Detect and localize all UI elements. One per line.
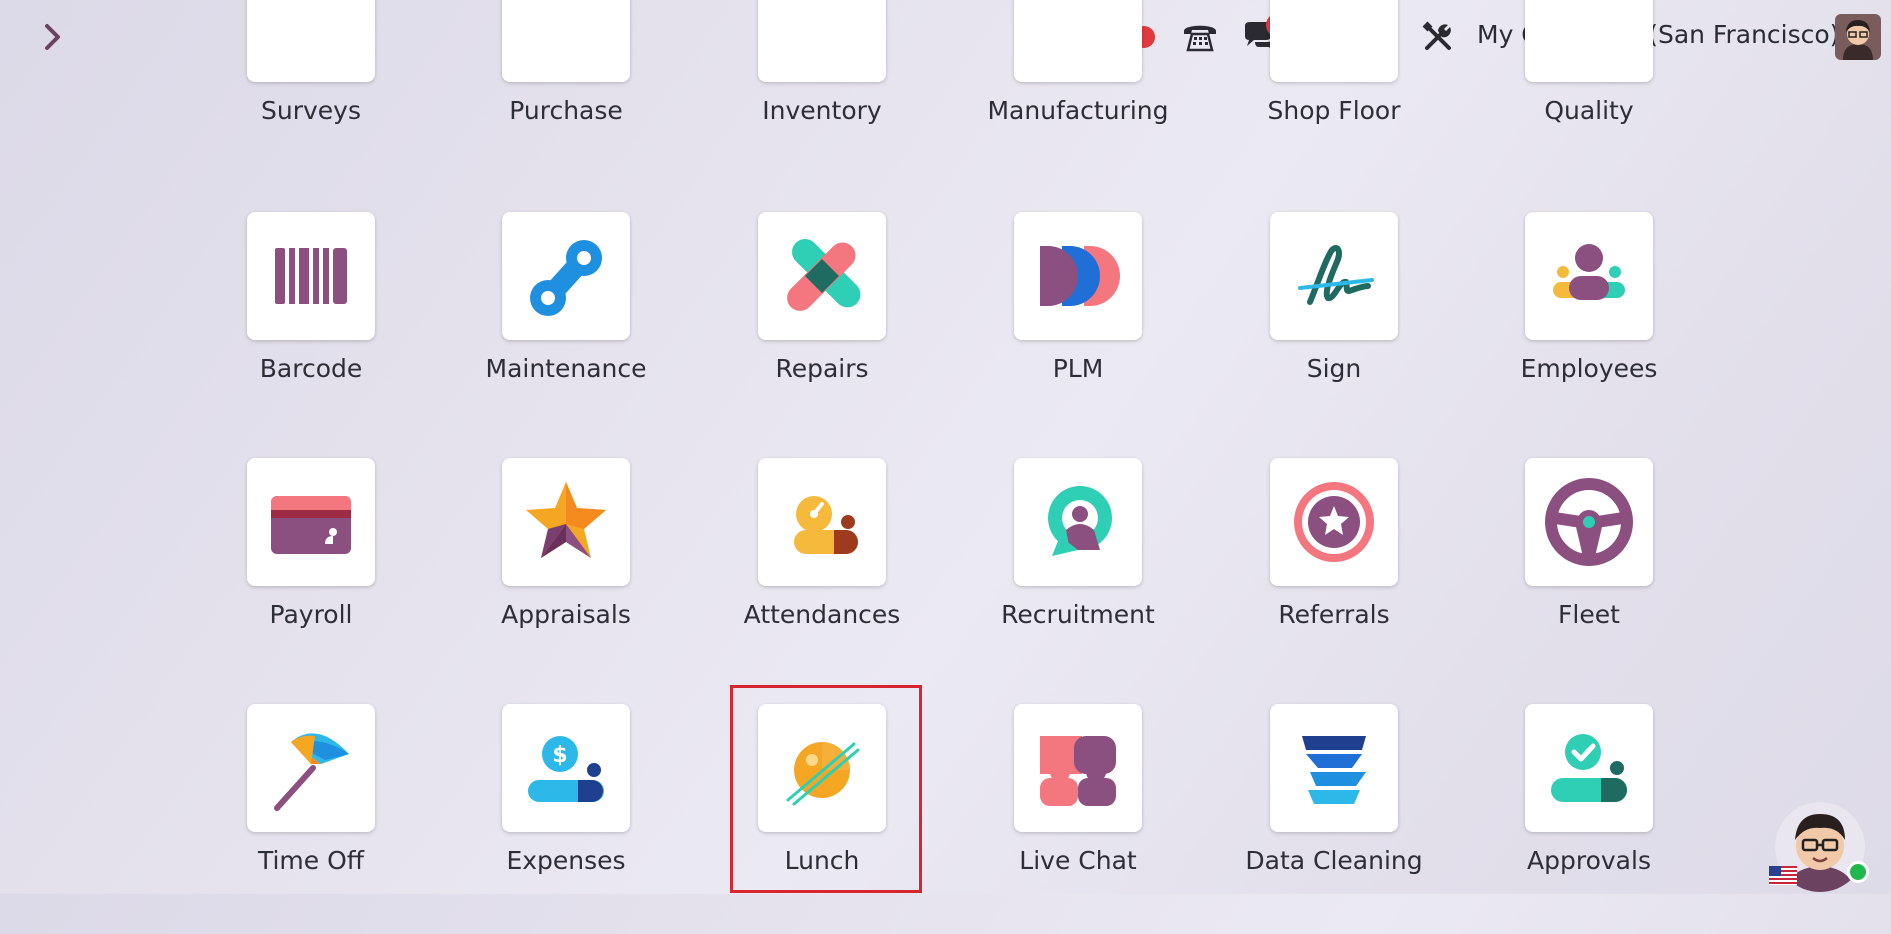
shop-floor-icon — [1270, 0, 1398, 82]
app-label: Lunch — [784, 846, 860, 875]
app-label: Sign — [1306, 354, 1362, 383]
app-repairs[interactable]: Repairs — [697, 212, 947, 442]
expenses-icon: $ — [502, 704, 630, 832]
app-time-off[interactable]: Time Off — [186, 704, 436, 934]
app-label: Data Cleaning — [1245, 846, 1423, 875]
app-label: Repairs — [775, 354, 869, 383]
app-label: Inventory — [762, 96, 882, 125]
app-label: Quality — [1544, 96, 1634, 125]
app-label: Recruitment — [1001, 600, 1155, 629]
app-approvals[interactable]: Approvals — [1464, 704, 1714, 934]
app-lunch[interactable]: Lunch — [697, 704, 947, 934]
svg-text:$: $ — [552, 743, 567, 768]
manufacturing-icon — [1014, 0, 1142, 82]
repairs-icon — [758, 212, 886, 340]
app-grid: Surveys Purchase Inventory Manufacturing… — [0, 0, 1891, 894]
app-fleet[interactable]: Fleet — [1464, 458, 1714, 688]
app-label: Fleet — [1558, 600, 1620, 629]
barcode-icon — [247, 212, 375, 340]
app-label: Attendances — [743, 600, 901, 629]
app-referrals[interactable]: Referrals — [1209, 458, 1459, 688]
app-employees[interactable]: Employees — [1464, 212, 1714, 442]
app-label: Payroll — [269, 600, 353, 629]
online-status-dot — [1847, 861, 1869, 883]
data-cleaning-icon — [1270, 704, 1398, 832]
app-surveys[interactable]: Surveys — [186, 0, 436, 184]
app-data-cleaning[interactable]: Data Cleaning — [1209, 704, 1459, 934]
app-label: Approvals — [1527, 846, 1651, 875]
attendances-icon — [758, 458, 886, 586]
app-quality[interactable]: Quality — [1464, 0, 1714, 184]
live-chat-icon — [1014, 704, 1142, 832]
fleet-icon — [1525, 458, 1653, 586]
app-manufacturing[interactable]: Manufacturing — [953, 0, 1203, 184]
appraisals-icon — [502, 458, 630, 586]
app-sign[interactable]: Sign — [1209, 212, 1459, 442]
app-live-chat[interactable]: Live Chat — [953, 704, 1203, 934]
time-off-icon — [247, 704, 375, 832]
approvals-icon — [1525, 704, 1653, 832]
payroll-icon — [247, 458, 375, 586]
app-label: Time Off — [257, 846, 365, 875]
app-purchase[interactable]: Purchase — [441, 0, 691, 184]
app-label: Referrals — [1278, 600, 1390, 629]
app-label: Barcode — [259, 354, 363, 383]
app-label: Manufacturing — [987, 96, 1169, 125]
app-label: Appraisals — [501, 600, 631, 629]
quality-icon — [1525, 0, 1653, 82]
app-label: PLM — [1052, 354, 1104, 383]
app-label: Maintenance — [485, 354, 647, 383]
referrals-icon — [1270, 458, 1398, 586]
app-label: Employees — [1520, 354, 1658, 383]
employees-icon — [1525, 212, 1653, 340]
app-maintenance[interactable]: Maintenance — [441, 212, 691, 442]
app-recruitment[interactable]: Recruitment — [953, 458, 1203, 688]
app-attendances[interactable]: Attendances — [697, 458, 947, 688]
app-plm[interactable]: PLM — [953, 212, 1203, 442]
app-label: Expenses — [506, 846, 626, 875]
app-payroll[interactable]: Payroll — [186, 458, 436, 688]
sign-icon — [1270, 212, 1398, 340]
app-barcode[interactable]: Barcode — [186, 212, 436, 442]
app-label: Purchase — [509, 96, 623, 125]
lunch-icon — [758, 704, 886, 832]
app-label: Surveys — [261, 96, 361, 125]
inventory-icon — [758, 0, 886, 82]
maintenance-icon — [502, 212, 630, 340]
app-appraisals[interactable]: Appraisals — [441, 458, 691, 688]
app-label: Live Chat — [1019, 846, 1137, 875]
recruitment-icon — [1014, 458, 1142, 586]
app-inventory[interactable]: Inventory — [697, 0, 947, 184]
plm-icon — [1014, 212, 1142, 340]
purchase-icon — [502, 0, 630, 82]
app-label: Shop Floor — [1267, 96, 1401, 125]
us-flag-icon[interactable] — [1769, 866, 1797, 885]
surveys-icon — [247, 0, 375, 82]
app-expenses[interactable]: $ Expenses — [441, 704, 691, 934]
app-shop-floor[interactable]: Shop Floor — [1209, 0, 1459, 184]
